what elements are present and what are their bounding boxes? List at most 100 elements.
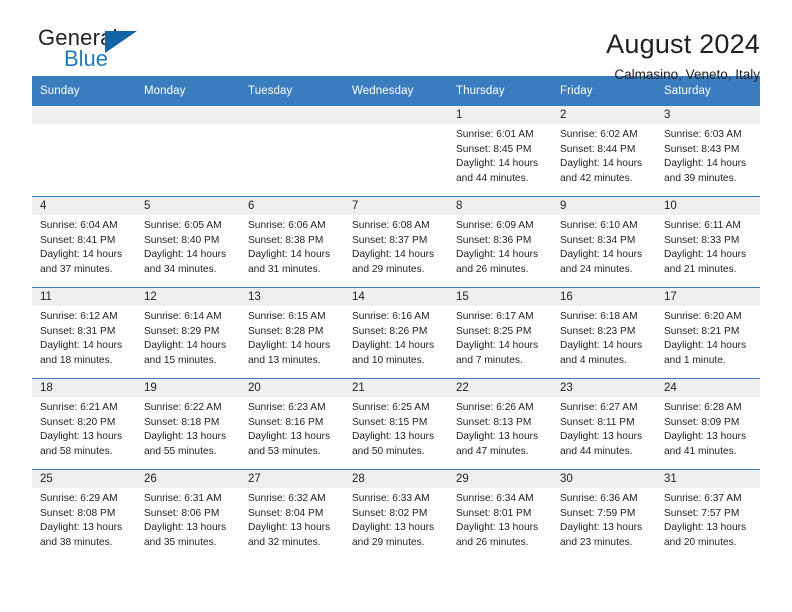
day-detail-line: Sunrise: 6:02 AM [560, 129, 638, 140]
day-details: Sunrise: 6:28 AM Sunset: 8:09 PM Daylight:… [656, 397, 760, 459]
day-detail-line: Daylight: 13 hours [352, 431, 435, 443]
day-cell[interactable]: 3 Sunrise: 6:03 AM Sunset: 8:43 PM Daylight… [656, 105, 760, 197]
day-detail-line: Sunset: 7:57 PM [664, 507, 740, 519]
day-cell[interactable]: 4 Sunrise: 6:04 AM Sunset: 8:41 PM Daylight… [32, 196, 136, 288]
location-subtitle: Calmasino, Veneto, Italy [614, 67, 760, 82]
day-detail-line: Sunset: 8:02 PM [352, 507, 428, 519]
day-cell[interactable]: 12 Sunrise: 6:14 AM Sunset: 8:29 PM Dayligh… [136, 287, 240, 379]
day-detail-line: and 23 minutes. [560, 536, 633, 548]
calendar-week-row: 25 Sunrise: 6:29 AM Sunset: 8:08 PM Dayligh… [32, 469, 760, 560]
day-cell[interactable]: 29 Sunrise: 6:34 AM Sunset: 8:01 PM Dayligh… [448, 469, 552, 560]
weekday-header-wednesday: Wednesday [344, 76, 448, 106]
day-detail-line: Sunrise: 6:11 AM [664, 220, 741, 231]
day-detail-line: Sunset: 8:33 PM [664, 234, 740, 246]
day-detail-line: Sunset: 8:31 PM [40, 325, 116, 337]
day-detail-line: Sunrise: 6:12 AM [40, 311, 118, 322]
day-details: Sunrise: 6:21 AM Sunset: 8:20 PM Daylight:… [32, 397, 136, 459]
day-detail-line: Daylight: 14 hours [560, 158, 643, 170]
day-detail-line: and 24 minutes. [560, 263, 633, 275]
day-cell[interactable]: 22 Sunrise: 6:26 AM Sunset: 8:13 PM Dayligh… [448, 378, 552, 470]
day-number: 1 [448, 106, 552, 124]
day-cell[interactable]: 2 Sunrise: 6:02 AM Sunset: 8:44 PM Daylight… [552, 105, 656, 197]
day-cell[interactable]: 1 Sunrise: 6:01 AM Sunset: 8:45 PM Daylight… [448, 105, 552, 197]
day-cell[interactable]: 31 Sunrise: 6:37 AM Sunset: 7:57 PM Dayligh… [656, 469, 760, 560]
day-cell[interactable]: 30 Sunrise: 6:36 AM Sunset: 7:59 PM Dayligh… [552, 469, 656, 560]
day-number [344, 106, 448, 124]
day-cell[interactable]: 5 Sunrise: 6:05 AM Sunset: 8:40 PM Daylight… [136, 196, 240, 288]
day-cell[interactable]: 7 Sunrise: 6:08 AM Sunset: 8:37 PM Daylight… [344, 196, 448, 288]
day-detail-line: and 37 minutes. [40, 263, 113, 275]
day-detail-line: Sunrise: 6:06 AM [248, 220, 326, 231]
day-detail-line: Sunrise: 6:03 AM [664, 129, 742, 140]
day-detail-line: and 44 minutes. [560, 445, 633, 457]
day-details: Sunrise: 6:18 AM Sunset: 8:23 PM Daylight:… [552, 306, 656, 368]
day-detail-line: Sunset: 7:59 PM [560, 507, 636, 519]
day-number: 28 [344, 470, 448, 488]
day-detail-line: Sunset: 8:43 PM [664, 143, 740, 155]
day-cell[interactable]: 23 Sunrise: 6:27 AM Sunset: 8:11 PM Dayligh… [552, 378, 656, 470]
day-details: Sunrise: 6:02 AM Sunset: 8:44 PM Daylight:… [552, 124, 656, 186]
day-cell[interactable]: 13 Sunrise: 6:15 AM Sunset: 8:28 PM Dayligh… [240, 287, 344, 379]
day-cell[interactable]: 10 Sunrise: 6:11 AM Sunset: 8:33 PM Dayligh… [656, 196, 760, 288]
day-cell[interactable]: 6 Sunrise: 6:06 AM Sunset: 8:38 PM Daylight… [240, 196, 344, 288]
title-block: August 2024 Calmasino, Veneto, Italy [606, 26, 760, 84]
day-cell-empty [344, 105, 448, 197]
day-cell[interactable]: 11 Sunrise: 6:12 AM Sunset: 8:31 PM Dayligh… [32, 287, 136, 379]
day-detail-line: Sunrise: 6:29 AM [40, 493, 118, 504]
day-number: 23 [552, 379, 656, 397]
day-detail-line: Daylight: 13 hours [456, 431, 539, 443]
day-cell[interactable]: 24 Sunrise: 6:28 AM Sunset: 8:09 PM Dayligh… [656, 378, 760, 470]
day-cell[interactable]: 16 Sunrise: 6:18 AM Sunset: 8:23 PM Dayligh… [552, 287, 656, 379]
day-detail-line: Daylight: 14 hours [664, 340, 747, 352]
day-cell[interactable]: 20 Sunrise: 6:23 AM Sunset: 8:16 PM Dayligh… [240, 378, 344, 470]
day-detail-line: Sunrise: 6:10 AM [560, 220, 638, 231]
day-detail-line: and 26 minutes. [456, 536, 529, 548]
day-cell[interactable]: 26 Sunrise: 6:31 AM Sunset: 8:06 PM Dayligh… [136, 469, 240, 560]
day-detail-line: Daylight: 14 hours [40, 340, 123, 352]
day-detail-line: Daylight: 13 hours [560, 431, 643, 443]
day-number: 29 [448, 470, 552, 488]
day-detail-line: Sunset: 8:25 PM [456, 325, 532, 337]
day-cell[interactable]: 27 Sunrise: 6:32 AM Sunset: 8:04 PM Dayligh… [240, 469, 344, 560]
day-number [136, 106, 240, 124]
day-number: 20 [240, 379, 344, 397]
day-cell[interactable]: 21 Sunrise: 6:25 AM Sunset: 8:15 PM Dayligh… [344, 378, 448, 470]
day-detail-line: Sunrise: 6:31 AM [144, 493, 222, 504]
day-cell[interactable]: 14 Sunrise: 6:16 AM Sunset: 8:26 PM Dayligh… [344, 287, 448, 379]
day-cell[interactable]: 28 Sunrise: 6:33 AM Sunset: 8:02 PM Dayligh… [344, 469, 448, 560]
day-detail-line: Daylight: 13 hours [664, 522, 747, 534]
day-detail-line: Daylight: 14 hours [664, 249, 747, 261]
day-details: Sunrise: 6:26 AM Sunset: 8:13 PM Daylight:… [448, 397, 552, 459]
day-number: 8 [448, 197, 552, 215]
day-detail-line: Sunset: 8:06 PM [144, 507, 220, 519]
day-details: Sunrise: 6:11 AM Sunset: 8:33 PM Daylight:… [656, 215, 760, 277]
day-detail-line: Sunset: 8:18 PM [144, 416, 220, 428]
day-cell[interactable]: 19 Sunrise: 6:22 AM Sunset: 8:18 PM Dayligh… [136, 378, 240, 470]
day-detail-line: Sunset: 8:04 PM [248, 507, 324, 519]
day-number: 16 [552, 288, 656, 306]
day-details: Sunrise: 6:06 AM Sunset: 8:38 PM Daylight:… [240, 215, 344, 277]
day-cell[interactable]: 25 Sunrise: 6:29 AM Sunset: 8:08 PM Dayligh… [32, 469, 136, 560]
day-detail-line: and 39 minutes. [664, 172, 737, 184]
day-detail-line: Sunrise: 6:18 AM [560, 311, 638, 322]
day-detail-line: and 32 minutes. [248, 536, 321, 548]
day-detail-line: Sunset: 8:41 PM [40, 234, 116, 246]
calendar-week-row: 4 Sunrise: 6:04 AM Sunset: 8:41 PM Daylight… [32, 196, 760, 288]
weekday-header-tuesday: Tuesday [240, 76, 344, 106]
day-detail-line: and 55 minutes. [144, 445, 217, 457]
day-detail-line: and 58 minutes. [40, 445, 113, 457]
day-details [136, 124, 240, 128]
day-detail-line: Daylight: 14 hours [664, 158, 747, 170]
day-detail-line: Sunset: 8:01 PM [456, 507, 532, 519]
day-detail-line: and 15 minutes. [144, 354, 217, 366]
day-cell[interactable]: 18 Sunrise: 6:21 AM Sunset: 8:20 PM Dayligh… [32, 378, 136, 470]
day-cell[interactable]: 8 Sunrise: 6:09 AM Sunset: 8:36 PM Daylight… [448, 196, 552, 288]
day-cell[interactable]: 17 Sunrise: 6:20 AM Sunset: 8:21 PM Dayligh… [656, 287, 760, 379]
day-cell[interactable]: 15 Sunrise: 6:17 AM Sunset: 8:25 PM Dayligh… [448, 287, 552, 379]
day-number [32, 106, 136, 124]
day-detail-line: Daylight: 13 hours [560, 522, 643, 534]
day-detail-line: and 26 minutes. [456, 263, 529, 275]
day-cell[interactable]: 9 Sunrise: 6:10 AM Sunset: 8:34 PM Daylight… [552, 196, 656, 288]
weekday-header-sunday: Sunday [32, 76, 136, 106]
day-details: Sunrise: 6:20 AM Sunset: 8:21 PM Daylight:… [656, 306, 760, 368]
